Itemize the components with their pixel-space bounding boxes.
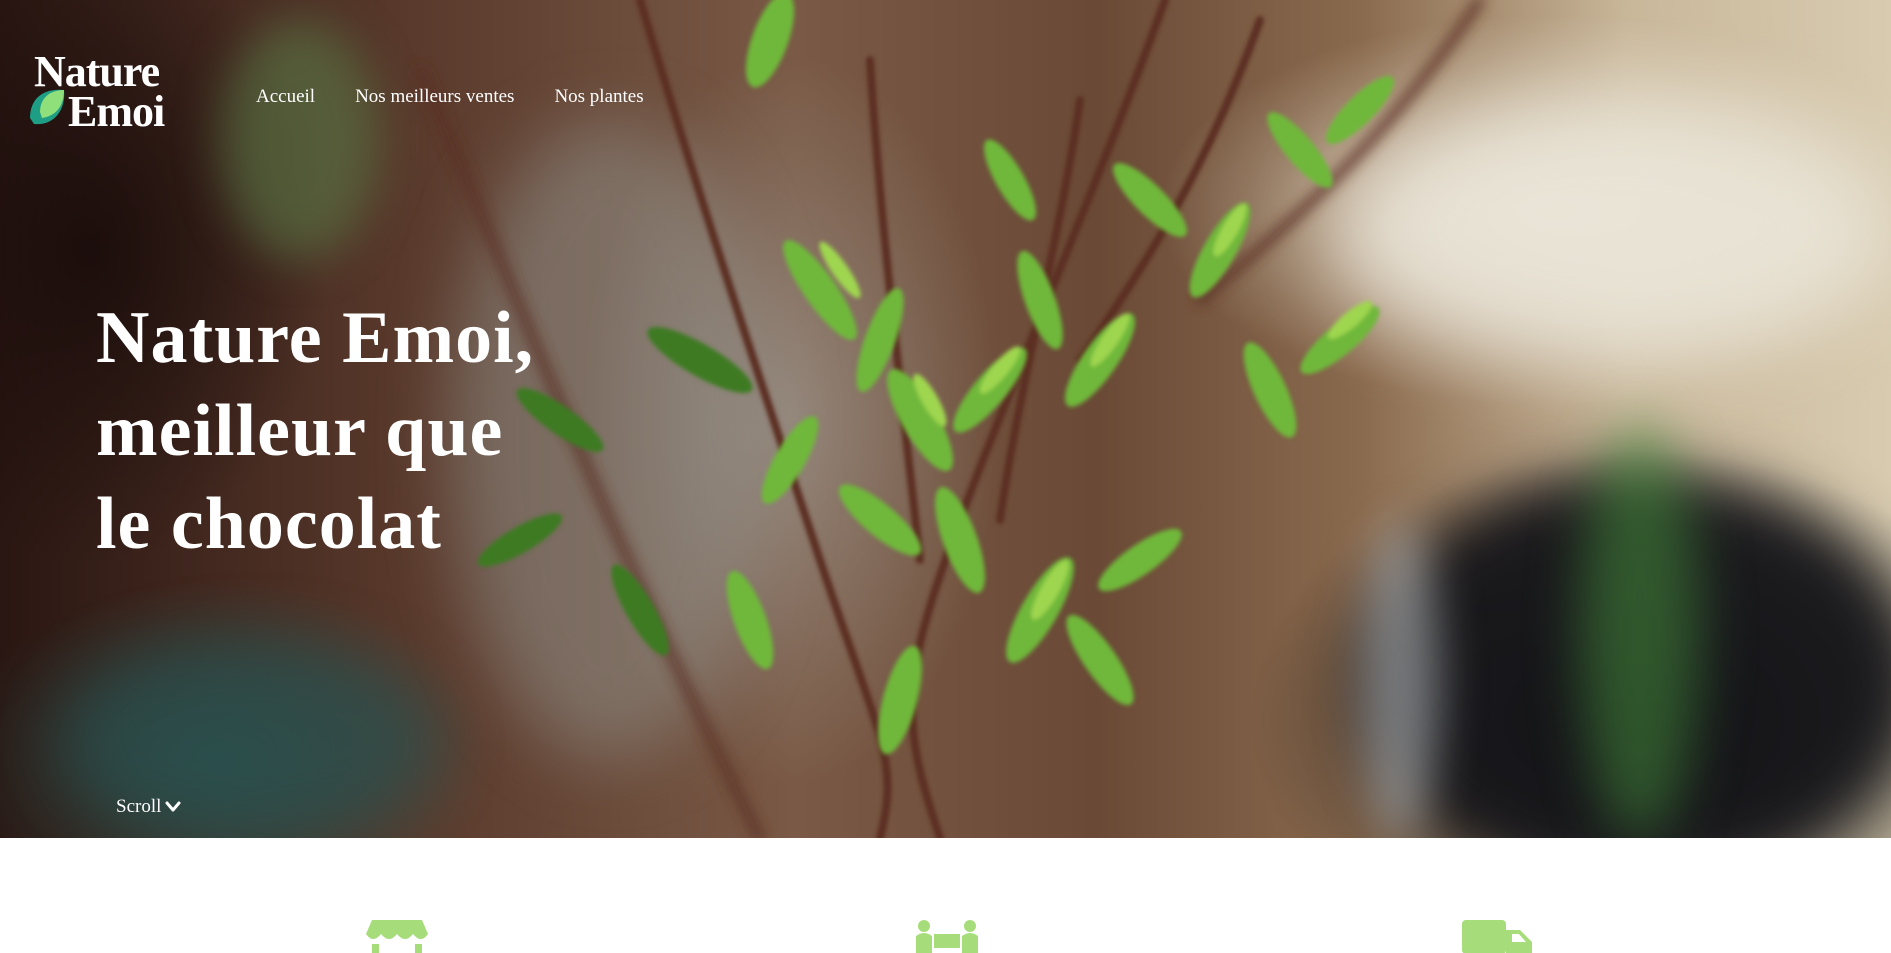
scroll-button[interactable]: Scroll	[116, 796, 181, 818]
site-logo[interactable]: Nature Emoi	[26, 47, 206, 136]
main-navigation: Accueil Nos meilleurs ventes Nos plantes	[256, 86, 644, 108]
features-section	[0, 838, 1891, 953]
truck-icon	[1462, 920, 1532, 953]
logo-text-line1: Nature	[34, 47, 160, 96]
nav-link-best-sellers[interactable]: Nos meilleurs ventes	[355, 86, 514, 108]
hero-headline-line: le chocolat	[96, 483, 442, 565]
chevron-down-icon	[165, 801, 181, 812]
hero-headline-line: meilleur que	[96, 390, 504, 472]
hero-headline-line: Nature Emoi,	[96, 297, 535, 379]
hero-headline: Nature Emoi, meilleur que le chocolat	[96, 292, 534, 571]
handshake-icon	[916, 920, 978, 953]
scroll-label: Scroll	[116, 796, 162, 817]
nav-link-accueil[interactable]: Accueil	[256, 86, 315, 108]
logo-text-line2: Emoi	[68, 87, 165, 136]
store-icon	[366, 920, 428, 953]
nav-link-plants[interactable]: Nos plantes	[554, 86, 643, 108]
hero-section: Nature Emoi Accueil Nos meilleurs ventes…	[0, 0, 1891, 838]
